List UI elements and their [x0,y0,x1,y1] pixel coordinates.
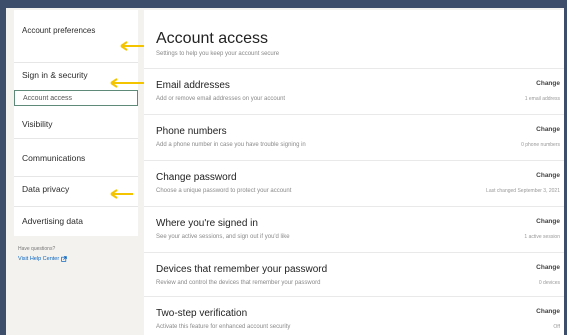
divider [14,138,138,139]
change-button[interactable]: Change [536,308,560,315]
change-button[interactable]: Change [536,264,560,271]
row-title: Devices that remember your password [156,264,328,275]
sidebar-item-visibility[interactable]: Visibility [14,114,138,134]
page-title: Account access [156,30,269,47]
divider [14,206,138,207]
row-meta: Last changed September 3, 2021 [486,188,560,194]
row-description: Add or remove email addresses on your ac… [156,96,286,102]
change-button[interactable]: Change [536,218,560,225]
row-description: See your active sessions, and sign out i… [156,234,290,240]
row-title: Where you're signed in [156,218,258,229]
external-link-icon [61,256,67,262]
sidebar-item-account-preferences[interactable]: Account preferences [14,16,138,44]
account-access-panel: Account access Settings to help you keep… [144,10,564,335]
sidebar-item-account-access[interactable]: Account access [14,90,138,106]
change-button[interactable]: Change [536,80,560,87]
settings-row-email[interactable]: Email addresses Add or remove email addr… [144,68,564,112]
row-meta: 1 active session [524,234,560,240]
help-center-link[interactable]: Visit Help Center [18,256,67,262]
sidebar-item-communications[interactable]: Communications [14,143,138,173]
row-meta: 0 devices [538,280,560,286]
change-button[interactable]: Change [536,126,560,133]
settings-row-phone[interactable]: Phone numbers Add a phone number in case… [144,114,564,158]
divider [14,62,138,63]
settings-row-password[interactable]: Change password Choose a unique password… [144,160,564,204]
row-title: Change password [156,172,237,183]
row-meta: 0 phone numbers [521,142,560,148]
row-meta: Off [553,324,560,330]
row-description: Choose a unique password to protect your… [156,188,292,194]
sidebar-item-advertising-data[interactable]: Advertising data [14,210,138,232]
settings-row-two-step[interactable]: Two-step verification Activate this feat… [144,296,564,335]
row-description: Add a phone number in case you have trou… [156,142,306,148]
panel-header: Account access Settings to help you keep… [156,30,279,57]
settings-row-sessions[interactable]: Where you're signed in See your active s… [144,206,564,250]
help-center-label: Visit Help Center [18,256,60,262]
row-description: Activate this feature for enhanced accou… [156,324,291,330]
divider [14,176,138,177]
row-title: Two-step verification [156,308,248,319]
row-title: Email addresses [156,80,230,91]
sidebar: Account preferences Sign in & security A… [14,10,149,262]
settings-window: Account preferences Sign in & security A… [6,8,564,335]
page-subtitle: Settings to help you keep your account s… [156,51,280,57]
change-button[interactable]: Change [536,172,560,179]
row-title: Phone numbers [156,126,227,137]
arrow-left-icon [120,41,145,51]
settings-row-devices[interactable]: Devices that remember your password Revi… [144,252,564,296]
help-question: Have questions? [18,246,56,252]
arrow-left-icon [110,189,133,199]
row-description: Review and control the devices that reme… [156,280,321,286]
row-meta: 1 email address [524,96,560,102]
